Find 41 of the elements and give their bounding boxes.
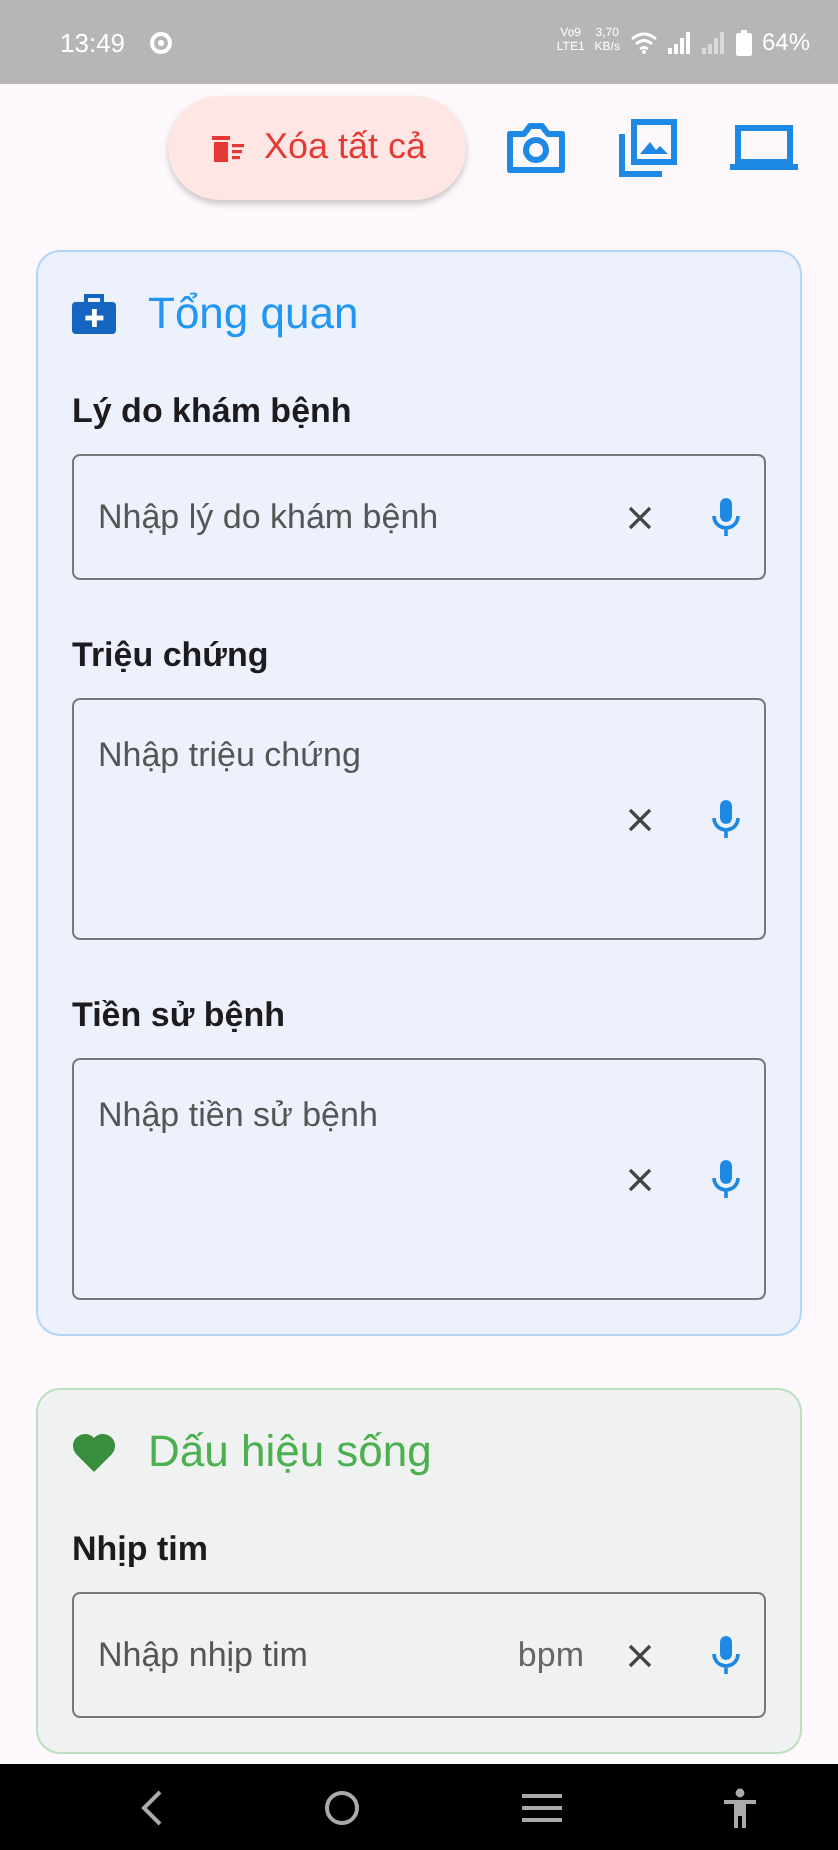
signal-icon (667, 31, 692, 53)
text-entry[interactable]: Nhập triệu chứng (98, 700, 608, 938)
menu-icon[interactable] (521, 1791, 562, 1823)
clear-icon[interactable] (628, 807, 652, 831)
text-entry[interactable]: Nhập tiền sử bệnh (98, 1060, 608, 1298)
clear-all-button[interactable]: Xóa tất cả (167, 95, 466, 199)
text-entry[interactable]: Nhập nhịp tim (98, 1635, 498, 1675)
gallery-icon[interactable] (618, 117, 678, 177)
microphone-icon[interactable] (712, 1159, 740, 1199)
field-label: Lý do khám bệnh (72, 392, 354, 432)
gear-icon (147, 29, 174, 55)
unit-label: bpm (517, 1635, 584, 1675)
battery-percent: 64% (761, 28, 810, 56)
camera-icon[interactable] (506, 121, 566, 173)
text-entry[interactable]: Nhập lý do khám bệnh (98, 497, 608, 537)
input-field[interactable]: Nhập tiền sử bệnh (72, 1058, 766, 1300)
input-field[interactable]: Nhập triệu chứng (72, 698, 766, 940)
laptop-icon[interactable] (730, 123, 798, 171)
section-title: Dấu hiệu sống (148, 1426, 432, 1478)
microphone-icon[interactable] (712, 1635, 740, 1675)
trash-icon (211, 133, 244, 161)
signal-icon (701, 31, 726, 53)
wifi-icon (629, 31, 658, 53)
clear-icon[interactable] (628, 1643, 652, 1667)
clock-time: 13:49 (60, 27, 126, 57)
field-label: Nhịp tim (72, 1530, 210, 1570)
medical-kit-icon (72, 294, 116, 334)
microphone-icon[interactable] (712, 799, 740, 839)
home-icon[interactable] (324, 1789, 361, 1825)
section-title: Tổng quan (148, 288, 359, 340)
clear-icon[interactable] (628, 1167, 652, 1191)
clear-icon[interactable] (628, 505, 652, 529)
input-field[interactable]: Nhập nhịp tim bpm (72, 1592, 766, 1718)
input-field[interactable]: Nhập lý do khám bệnh (72, 454, 766, 580)
heart-icon (72, 1432, 116, 1472)
accessibility-icon[interactable] (721, 1787, 758, 1827)
battery-icon (735, 29, 752, 55)
back-icon[interactable] (140, 1789, 165, 1825)
field-label: Tiền sử bệnh (72, 996, 287, 1036)
microphone-icon[interactable] (712, 497, 740, 537)
field-label: Triệu chứng (72, 636, 271, 676)
